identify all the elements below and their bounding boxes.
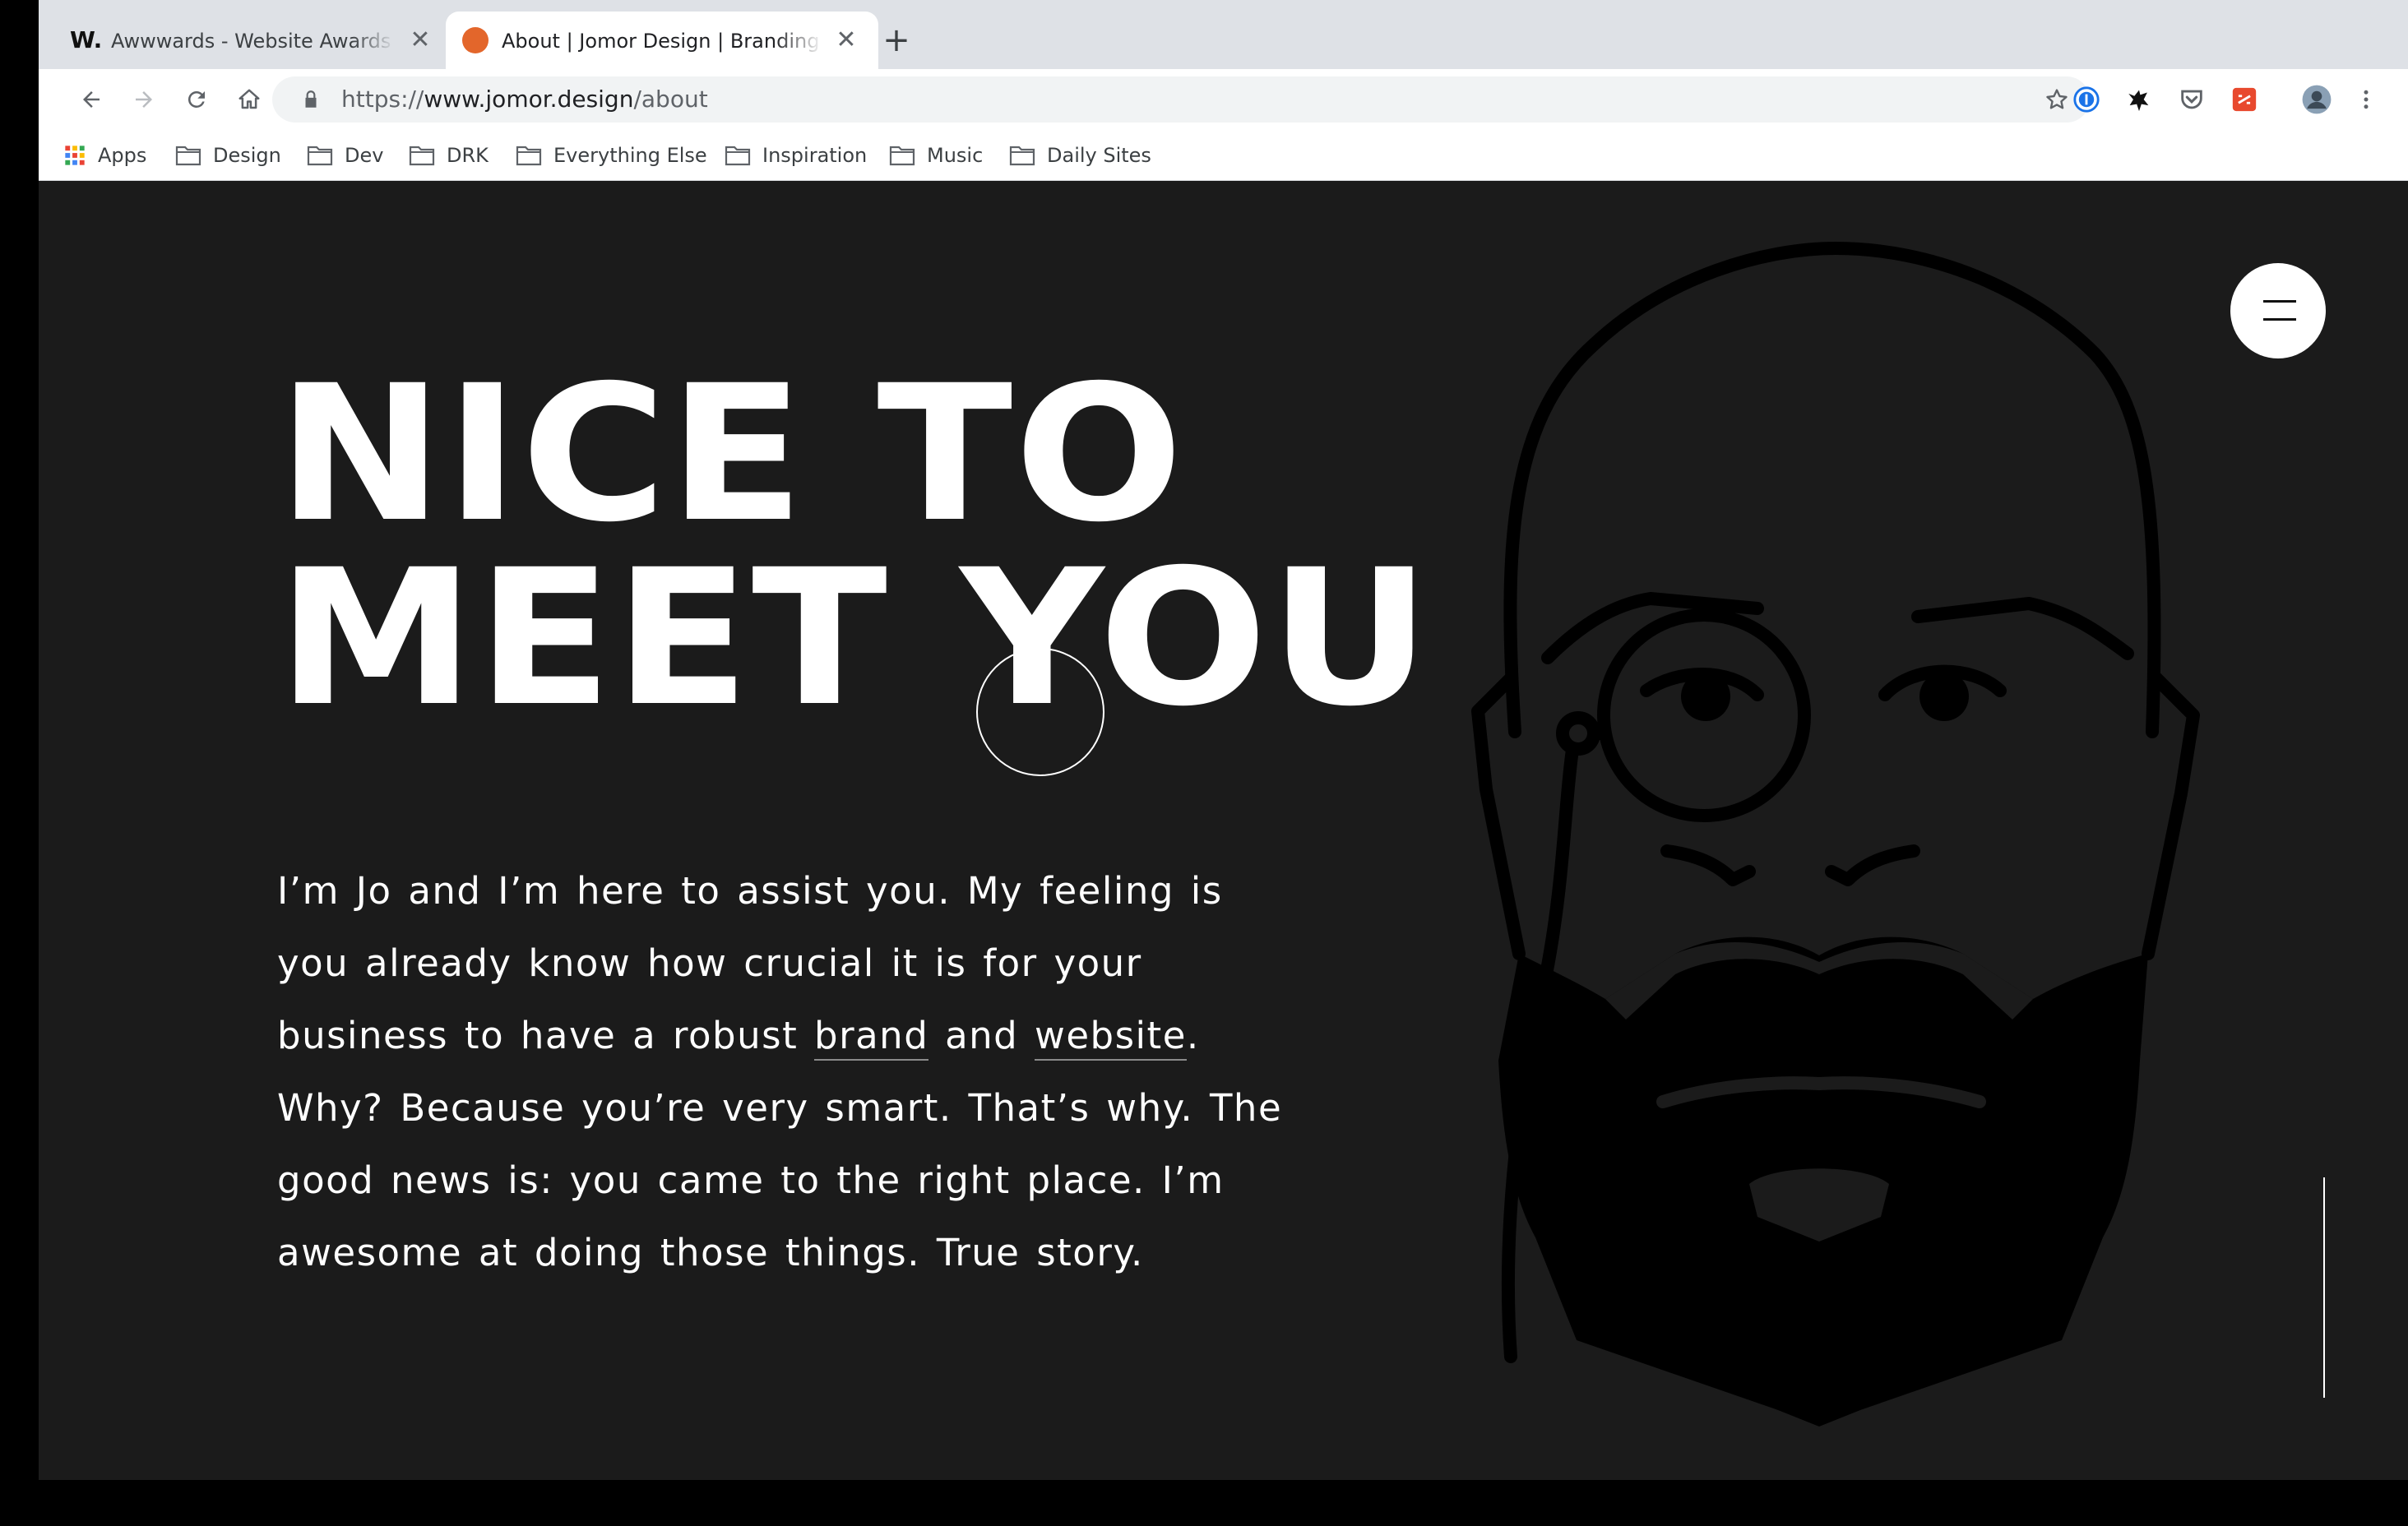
tagger-icon[interactable] [2228, 83, 2261, 116]
arrow-right-icon [136, 91, 152, 108]
url-text: https://www.jomor.design/about [341, 86, 708, 113]
folder-icon [175, 146, 201, 166]
folder-icon [1009, 146, 1035, 166]
bookmark-label: Inspiration [762, 144, 868, 167]
bookmark-label: Design [213, 144, 281, 167]
bookmark-inspiration[interactable]: Inspiration [725, 130, 867, 181]
awwwards-favicon-icon: W. [70, 26, 103, 53]
bookmark-everything-else[interactable]: Everything Else [516, 130, 707, 181]
star-icon[interactable] [2044, 86, 2070, 113]
back-button[interactable] [72, 80, 111, 119]
address-bar[interactable]: https://www.jomor.design/about [272, 76, 2090, 123]
bookmark-label: Music [927, 144, 984, 167]
home-button[interactable] [229, 80, 269, 119]
close-tab-icon[interactable]: ✕ [831, 25, 862, 56]
close-tab-icon[interactable]: ✕ [405, 25, 436, 56]
browser-window: W. Awwwards - Website Awards - Best Web … [39, 0, 2408, 1480]
menu-button[interactable] [2230, 263, 2326, 358]
forward-button[interactable] [124, 80, 164, 119]
reload-button[interactable] [177, 80, 216, 119]
bookmark-apps[interactable]: Apps [63, 130, 146, 181]
scroll-indicator [2323, 1177, 2325, 1398]
intro-paragraph: I’m Jo and I’m here to assist you. My fe… [277, 869, 1283, 1274]
bookmark-dev[interactable]: Dev [307, 130, 383, 181]
hamburger-icon [2263, 300, 2296, 303]
bookmark-music[interactable]: Music [889, 130, 983, 181]
hamburger-icon [2263, 318, 2296, 321]
bookmarks-bar: Apps Design Dev DRK Everything Else Insp… [39, 130, 2408, 181]
tab-awwwards[interactable]: W. Awwwards - Website Awards - Best Web … [39, 12, 446, 69]
more-menu-icon[interactable] [2350, 83, 2383, 116]
home-icon [238, 89, 260, 109]
bookmark-drk[interactable]: DRK [409, 130, 489, 181]
bookmark-label: Everything Else [553, 144, 707, 167]
headline-line-2: MEET YOU [277, 529, 1433, 747]
tab-jomor-about[interactable]: About | Jomor Design | Branding & Web ✕ [446, 12, 878, 69]
new-tab-button[interactable]: + [878, 21, 915, 59]
page-headline: NICE TO MEET YOU [277, 360, 1431, 732]
website-link[interactable]: website [1035, 1014, 1187, 1061]
bookmark-daily-sites[interactable]: Daily Sites [1009, 130, 1151, 181]
reload-icon [188, 90, 205, 108]
bookmark-design[interactable]: Design [175, 130, 281, 181]
folder-icon [409, 146, 435, 166]
1password-icon[interactable] [2070, 83, 2103, 116]
profile-avatar[interactable] [2300, 83, 2333, 116]
lock-icon [305, 90, 317, 108]
tab-title: Awwwards - Website Awards - Best Web Des… [111, 30, 395, 53]
about-page: NICE TO MEET YOU I’m Jo and I’m here to … [39, 181, 2408, 1480]
bat-icon[interactable] [2123, 83, 2156, 116]
folder-icon [889, 146, 915, 166]
folder-icon [307, 146, 333, 166]
bookmark-label: Daily Sites [1047, 144, 1151, 167]
tab-strip: W. Awwwards - Website Awards - Best Web … [39, 0, 2408, 69]
portrait-illustration [1471, 242, 2200, 1427]
pocket-icon[interactable] [2175, 83, 2208, 116]
apps-grid-icon [65, 146, 85, 165]
cursor-ring [976, 648, 1104, 776]
arrow-left-icon [83, 91, 100, 108]
folder-icon [725, 146, 751, 166]
folder-icon [516, 146, 542, 166]
tab-title: About | Jomor Design | Branding & Web [502, 30, 822, 53]
bookmark-label: DRK [447, 144, 489, 167]
browser-toolbar: https://www.jomor.design/about [39, 69, 2408, 130]
brand-link[interactable]: brand [814, 1014, 929, 1061]
bookmark-label: Dev [345, 144, 384, 167]
bookmark-label: Apps [98, 144, 147, 167]
headline-line-1: NICE TO [277, 345, 1185, 563]
jomor-favicon-icon [462, 27, 489, 53]
